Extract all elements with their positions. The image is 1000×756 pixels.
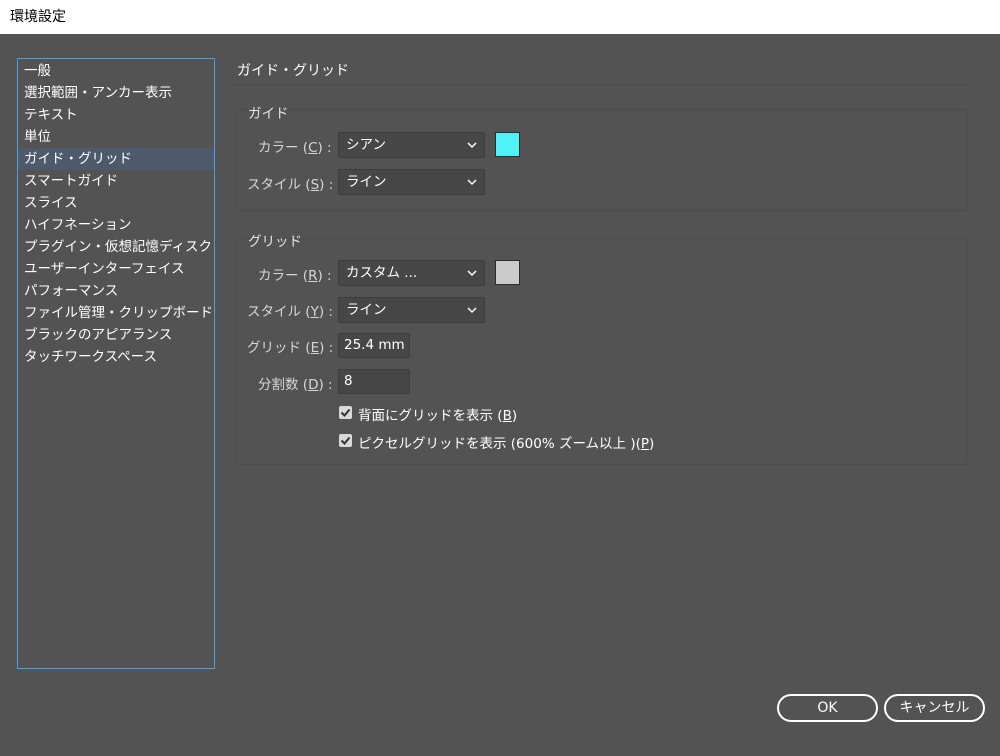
gridline-every-input[interactable]: 25.4 mm	[338, 333, 410, 358]
sidebar-item[interactable]: テキスト	[18, 104, 214, 126]
cancel-button[interactable]: キャンセル	[884, 694, 985, 722]
sidebar-item[interactable]: ファイル管理・クリップボード	[18, 302, 214, 324]
guide-color-dropdown[interactable]: シアン	[338, 132, 485, 158]
guide-style-dropdown[interactable]: ライン	[338, 169, 485, 195]
subdivisions-input[interactable]: 8	[338, 369, 410, 394]
page-title: ガイド・グリッド	[237, 63, 349, 79]
preferences-category-list[interactable]: 一般 選択範囲・アンカー表示 テキスト 単位 ガイド・グリッド スマートガイド スライス ハイ…	[17, 58, 215, 669]
sidebar-item[interactable]: プラグイン・仮想記憶ディスク	[18, 236, 214, 258]
grid-style-dropdown[interactable]: ライン	[338, 297, 485, 323]
guide-color-value: シアン	[346, 137, 386, 153]
pixel-grid-checkbox[interactable]	[339, 434, 352, 447]
sidebar-item[interactable]: スライス	[18, 192, 214, 214]
window-title: 環境設定	[10, 9, 66, 25]
sidebar-item[interactable]: 一般	[18, 60, 214, 82]
guides-group	[236, 109, 967, 211]
window-titlebar: 環境設定	[0, 0, 1000, 34]
sidebar-item[interactable]: ガイド・グリッド	[18, 148, 214, 170]
grid-style-label: スタイル (Y) :	[247, 304, 333, 320]
guide-style-label: スタイル (S) :	[247, 177, 334, 193]
grids-in-back-checkbox[interactable]	[339, 406, 352, 419]
chevron-down-icon	[467, 270, 477, 277]
checkmark-icon	[340, 436, 351, 445]
ok-button[interactable]: OK	[777, 694, 878, 722]
sidebar-item[interactable]: タッチワークスペース	[18, 346, 214, 368]
guides-group-title: ガイド	[248, 106, 289, 122]
grid-color-label: カラー (R) :	[258, 268, 332, 284]
checkmark-icon	[340, 408, 351, 417]
sidebar-item[interactable]: ユーザーインターフェイス	[18, 258, 214, 280]
grid-color-value: カスタム ...	[346, 265, 418, 281]
sidebar-item[interactable]: パフォーマンス	[18, 280, 214, 302]
sidebar-item[interactable]: ブラックのアピアランス	[18, 324, 214, 346]
grid-color-swatch[interactable]	[495, 260, 520, 285]
grid-group-title: グリッド	[248, 234, 302, 250]
guide-color-label: カラー (C) :	[258, 140, 332, 156]
grid-color-dropdown[interactable]: カスタム ...	[338, 260, 485, 286]
sidebar-item[interactable]: 選択範囲・アンカー表示	[18, 82, 214, 104]
chevron-down-icon	[467, 142, 477, 149]
sidebar-item[interactable]: スマートガイド	[18, 170, 214, 192]
grids-in-back-label: 背面にグリッドを表示 (B)	[358, 408, 518, 424]
gridline-every-label: グリッド (E) :	[247, 340, 334, 356]
subdivisions-label: 分割数 (D) :	[258, 377, 333, 393]
guide-style-value: ライン	[346, 174, 387, 190]
sidebar-item[interactable]: ハイフネーション	[18, 214, 214, 236]
sidebar-item[interactable]: 単位	[18, 126, 214, 148]
pixel-grid-label: ピクセルグリッドを表示 (600% ズーム以上 )(P)	[358, 436, 655, 452]
grid-style-value: ライン	[346, 302, 387, 318]
chevron-down-icon	[467, 179, 477, 186]
chevron-down-icon	[467, 307, 477, 314]
title-divider	[232, 84, 969, 85]
guide-color-swatch[interactable]	[495, 132, 520, 157]
